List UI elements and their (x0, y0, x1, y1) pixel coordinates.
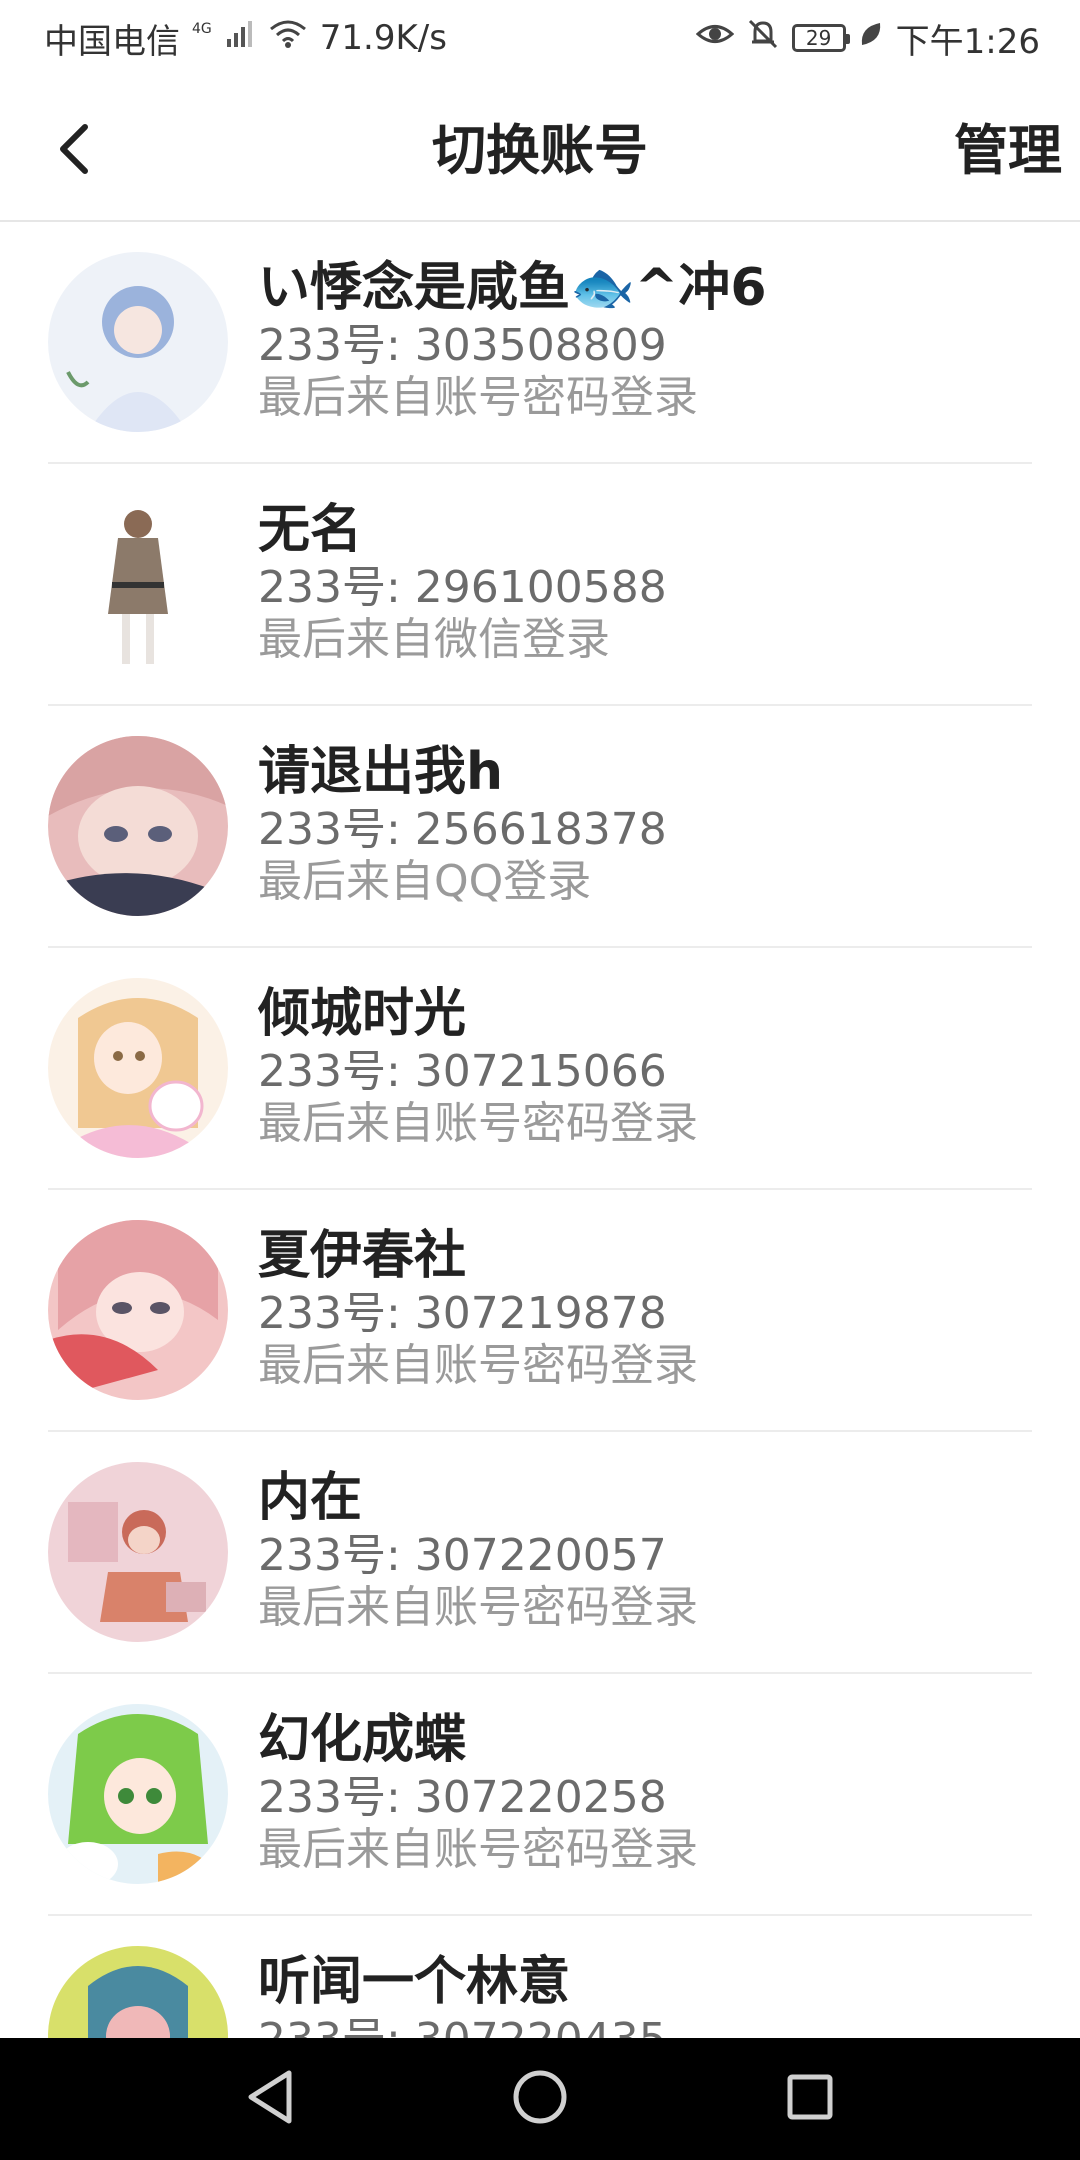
signal-icon (226, 18, 256, 58)
last-login: 最后来自账号密码登录 (258, 1824, 698, 1875)
nav-back-button[interactable] (230, 2059, 310, 2139)
account-row[interactable]: 无名 233号: 296100588 最后来自微信登录 (0, 464, 1080, 706)
account-name: 无名 (258, 500, 363, 560)
account-name: 内在 (258, 1468, 363, 1528)
account-id: 233号: 307219878 (258, 1288, 667, 1339)
account-name: 听闻一个林意 (258, 1952, 571, 2012)
battery-icon: 29 (791, 24, 850, 52)
account-name: 夏伊春社 (258, 1226, 467, 1286)
avatar (48, 978, 228, 1158)
header: 切换账号 管理 (0, 76, 1080, 222)
account-id: 233号: 307215066 (258, 1046, 667, 1097)
account-row[interactable]: い悸念是咸鱼🐟^冲6 233号: 303508809 最后来自账号密码登录 (0, 222, 1080, 464)
account-name: 请退出我h (258, 742, 504, 802)
avatar (48, 1946, 228, 2038)
avatar (48, 1220, 228, 1400)
account-id: 233号: 256618378 (258, 804, 667, 855)
account-row[interactable]: 幻化成蝶 233号: 307220258 最后来自账号密码登录 (0, 1674, 1080, 1916)
avatar (48, 1462, 228, 1642)
leaf-icon (858, 18, 884, 58)
account-list: い悸念是咸鱼🐟^冲6 233号: 303508809 最后来自账号密码登录 无名… (0, 222, 1080, 2038)
wifi-icon (268, 18, 308, 58)
triangle-back-icon (245, 2069, 295, 2129)
last-login: 最后来自账号密码登录 (258, 1098, 698, 1149)
account-id: 233号: 303508809 (258, 320, 667, 371)
navigation-bar (0, 2038, 1080, 2160)
status-left: 中国电信 4G 71.9K/s (44, 14, 447, 63)
account-id: 233号: 307220057 (258, 1530, 667, 1581)
network-speed: 71.9K/s (319, 18, 447, 58)
avatar (48, 736, 228, 916)
account-id: 233号: 307220258 (258, 1772, 667, 1823)
last-login: 最后来自账号密码登录 (258, 1340, 698, 1391)
manage-button[interactable]: 管理 (954, 116, 1062, 186)
account-name: 倾城时光 (258, 984, 467, 1044)
avatar (48, 494, 228, 674)
battery-level: 29 (805, 26, 832, 50)
account-row[interactable]: 听闻一个林意 233号: 307220435 (0, 1916, 1080, 2038)
account-name: 幻化成蝶 (258, 1710, 467, 1770)
page-title: 切换账号 (432, 119, 648, 182)
eye-icon (695, 18, 734, 58)
nav-recent-button[interactable] (770, 2059, 850, 2139)
last-login: 最后来自账号密码登录 (258, 1582, 698, 1633)
account-row[interactable]: 倾城时光 233号: 307215066 最后来自账号密码登录 (0, 948, 1080, 1190)
account-id: 233号: 296100588 (258, 562, 667, 613)
account-row[interactable]: 夏伊春社 233号: 307219878 最后来自账号密码登录 (0, 1190, 1080, 1432)
square-recent-icon (785, 2072, 835, 2126)
carrier-label: 中国电信 (44, 21, 180, 62)
account-row[interactable]: 内在 233号: 307220057 最后来自账号密码登录 (0, 1432, 1080, 1674)
last-login: 最后来自微信登录 (258, 614, 610, 665)
mute-bell-icon (746, 17, 780, 60)
last-login: 最后来自账号密码登录 (258, 372, 698, 423)
account-id: 233号: 307220435 (258, 2014, 1040, 2038)
avatar (48, 252, 228, 432)
account-name: い悸念是咸鱼🐟^冲6 (258, 258, 767, 318)
nav-home-button[interactable] (500, 2059, 580, 2139)
circle-home-icon (512, 2069, 568, 2129)
network-type: 4G (192, 21, 212, 37)
status-bar: 中国电信 4G 71.9K/s 29 下午1:26 (0, 0, 1080, 76)
clock-time: 下午1:26 (895, 21, 1040, 62)
account-row[interactable]: 请退出我h 233号: 256618378 最后来自QQ登录 (0, 706, 1080, 948)
avatar (48, 1704, 228, 1884)
last-login: 最后来自QQ登录 (258, 856, 592, 907)
status-right: 29 下午1:26 (695, 14, 1040, 63)
